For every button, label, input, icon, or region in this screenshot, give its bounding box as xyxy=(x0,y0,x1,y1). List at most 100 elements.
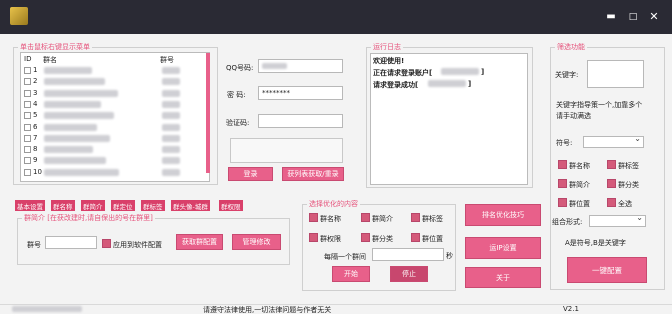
manage-modify-button[interactable]: 管理修改 xyxy=(232,234,281,250)
filter-opt-3: 群简介 xyxy=(569,181,590,189)
qq-redacted xyxy=(262,63,287,69)
tab-permission[interactable]: 群权限 xyxy=(219,200,243,211)
log-redacted-2 xyxy=(428,80,466,87)
log-line-1: 欢迎使用! xyxy=(373,57,405,65)
opt-cb-6[interactable] xyxy=(411,233,420,242)
row-checkbox[interactable] xyxy=(24,89,31,97)
row-id: 8 xyxy=(33,145,38,154)
row-id: 7 xyxy=(33,133,38,142)
row-checkbox[interactable] xyxy=(24,78,31,86)
log-redacted-1 xyxy=(441,68,479,75)
fetch-group-config-button[interactable]: 获取群配置 xyxy=(176,234,223,250)
interval-unit: 秒 xyxy=(446,252,453,260)
row-number-redacted xyxy=(162,168,180,176)
tab-name[interactable]: 群名称 xyxy=(51,200,75,211)
opt-cb-5[interactable] xyxy=(361,233,370,242)
group-no-label: 群号 xyxy=(27,241,41,249)
symbol-select[interactable] xyxy=(583,134,644,148)
row-checkbox[interactable] xyxy=(24,123,31,131)
opt-label-6: 群位置 xyxy=(422,235,443,243)
row-name-redacted xyxy=(44,168,119,176)
filter-cb-1[interactable] xyxy=(558,160,567,169)
symbol-label: 符号: xyxy=(556,139,573,147)
filter-opt-6: 全选 xyxy=(618,200,632,208)
row-name-redacted xyxy=(44,123,97,131)
row-name-redacted xyxy=(44,100,101,108)
row-number-redacted xyxy=(162,100,180,108)
row-checkbox[interactable] xyxy=(24,100,31,108)
row-checkbox[interactable] xyxy=(24,168,31,176)
fetch-list-button[interactable]: 获列表获取/重录 xyxy=(282,167,344,181)
filter-cb-3[interactable] xyxy=(558,179,567,188)
filter-cb-6[interactable] xyxy=(607,198,616,207)
tab-avatar[interactable]: 群头像-城群 xyxy=(171,200,210,211)
row-number-redacted xyxy=(162,146,180,154)
stop-button[interactable]: 停止 xyxy=(390,266,428,282)
row-name-redacted xyxy=(44,89,118,97)
row-number-redacted xyxy=(162,112,180,120)
password-label: 密 码: xyxy=(227,91,246,99)
apply-checkbox[interactable] xyxy=(102,239,111,248)
opt-label-3: 群标签 xyxy=(422,215,443,223)
opt-label-2: 群简介 xyxy=(372,215,393,223)
row-checkbox[interactable] xyxy=(24,134,31,142)
row-name-redacted xyxy=(44,112,114,120)
opt-cb-1[interactable] xyxy=(309,213,318,222)
filter-cb-5[interactable] xyxy=(558,198,567,207)
row-number-redacted xyxy=(162,89,180,97)
filter-cb-2[interactable] xyxy=(607,160,616,169)
row-name-redacted xyxy=(44,157,106,165)
group-no-input[interactable] xyxy=(45,236,97,249)
status-redacted xyxy=(12,306,82,312)
captcha-input[interactable] xyxy=(258,114,343,128)
row-checkbox[interactable] xyxy=(24,112,31,120)
qq-label: QQ号码: xyxy=(226,64,254,72)
row-checkbox[interactable] xyxy=(24,67,31,74)
login-button[interactable]: 登录 xyxy=(228,167,273,181)
filter-opt-5: 群位置 xyxy=(569,200,590,208)
opt-cb-4[interactable] xyxy=(309,233,318,242)
col-number: 群号 xyxy=(160,56,174,64)
log-bracket-1: ] xyxy=(481,68,485,76)
password-input[interactable]: ******** xyxy=(258,86,343,100)
minimize-button[interactable]: ▬ xyxy=(602,8,620,26)
row-id: 4 xyxy=(33,99,38,108)
interval-label: 每隔一个群间 xyxy=(324,253,366,261)
row-checkbox[interactable] xyxy=(24,157,31,165)
apply-checkbox-label: 应用到软件配置 xyxy=(113,241,162,249)
keyword-input[interactable] xyxy=(587,60,644,88)
tab-intro[interactable]: 群简介 xyxy=(81,200,105,211)
maximize-button[interactable]: □ xyxy=(624,8,642,26)
start-button[interactable]: 开始 xyxy=(332,266,370,282)
row-number-redacted xyxy=(162,134,180,142)
tab-location[interactable]: 群定位 xyxy=(111,200,135,211)
log-line-2: 正在请求登录账户[ xyxy=(373,69,433,77)
row-id: 1 xyxy=(33,66,38,74)
row-number-redacted xyxy=(162,78,180,86)
filter-opt-4: 群分类 xyxy=(618,181,639,189)
optimize-panel: 选择优化的内容 xyxy=(302,199,456,291)
captcha-label: 验证码: xyxy=(226,119,250,127)
row-number-redacted xyxy=(162,123,180,131)
filter-opt-2: 群标签 xyxy=(618,162,639,170)
combo-select[interactable] xyxy=(589,213,646,227)
list-scrollbar[interactable] xyxy=(206,53,210,173)
row-id: 2 xyxy=(33,77,38,86)
row-id: 10 xyxy=(33,167,42,176)
filter-legend: 筛选功能 xyxy=(557,43,585,51)
ip-settings-button[interactable]: 运IP设置 xyxy=(465,237,541,259)
rank-tips-button[interactable]: 排名优化技巧 xyxy=(465,204,541,226)
opt-cb-3[interactable] xyxy=(411,213,420,222)
about-button[interactable]: 关于 xyxy=(465,267,541,288)
tab-basic[interactable]: 基本设置 xyxy=(15,200,45,211)
opt-cb-2[interactable] xyxy=(361,213,370,222)
tab-tags[interactable]: 群标签 xyxy=(141,200,165,211)
row-id: 6 xyxy=(33,122,38,131)
row-checkbox[interactable] xyxy=(24,146,31,154)
interval-input[interactable] xyxy=(372,248,444,261)
close-button[interactable]: ✕ xyxy=(645,8,663,26)
filter-cb-4[interactable] xyxy=(607,179,616,188)
log-legend: 运行日志 xyxy=(373,43,401,51)
row-name-redacted xyxy=(44,134,110,142)
one-key-config-button[interactable]: 一键配置 xyxy=(567,257,647,283)
